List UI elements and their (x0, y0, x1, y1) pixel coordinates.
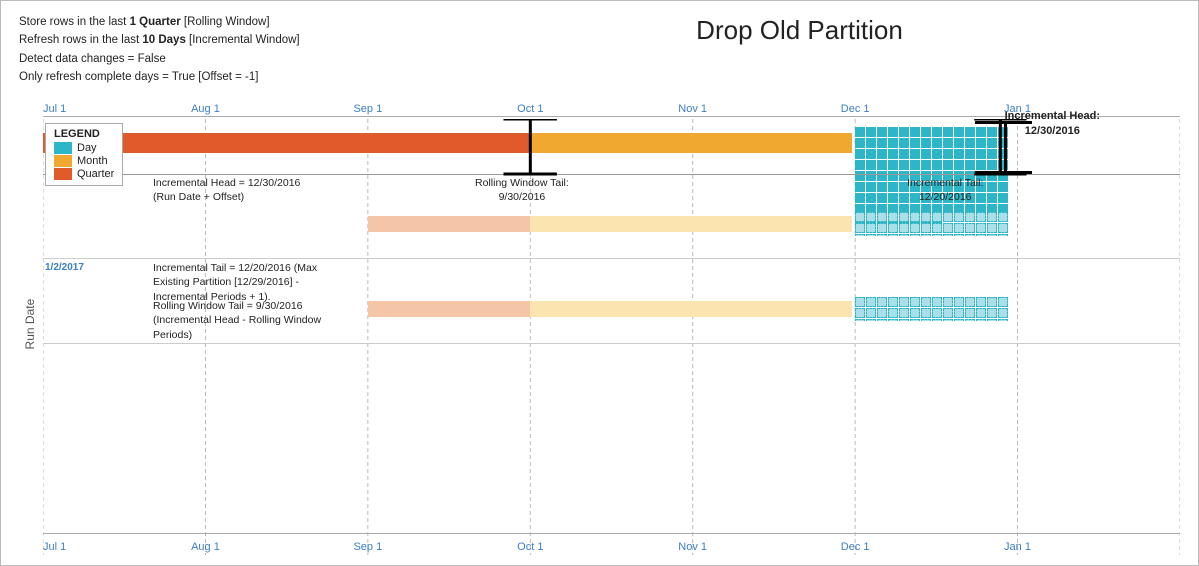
inc-head-bracket-bot (975, 171, 1032, 174)
bot-tick-jul1: Jul 1 (43, 541, 66, 553)
top-section: Store rows in the last 1 Quarter [Rollin… (19, 13, 1180, 87)
bot-tick-sep1: Sep 1 (353, 541, 382, 553)
run-date-row-2: 1/2/2017 Incremental Tail = 12/20/2016 (… (43, 259, 1180, 344)
separator (43, 174, 1180, 175)
chart-body: LEGEND Day Month Quarter (43, 119, 1180, 555)
legend-label-day: Day (77, 142, 97, 154)
meta-line3: Detect data changes = False (19, 50, 419, 68)
chart-area: Run Date Jul 1 Aug 1 Sep 1 Oct 1 Nov 1 D… (19, 93, 1180, 555)
y-axis-label: Run Date (19, 93, 41, 555)
faded-quarter-bar-2 (368, 301, 530, 317)
meta-line4: Only refresh complete days = True [Offse… (19, 68, 419, 86)
chart-main: Jul 1 Aug 1 Sep 1 Oct 1 Nov 1 Dec 1 Jan … (43, 93, 1180, 555)
bot-tick-jan1: Jan 1 (1004, 541, 1031, 553)
meta-line2-suffix: [Incremental Window] (186, 34, 300, 46)
bar-month (530, 133, 852, 153)
tick-aug1: Aug 1 (191, 103, 220, 115)
legend-color-day (54, 142, 72, 154)
meta-info: Store rows in the last 1 Quarter [Rollin… (19, 13, 419, 87)
tick-jul1: Jul 1 (43, 103, 66, 115)
bottom-axis: Jul 1 Aug 1 Sep 1 Oct 1 Nov 1 Dec 1 Jan … (43, 533, 1180, 555)
faded-day-tiles-1 (855, 212, 1017, 236)
run-date-label-2: 1/2/2017 (45, 262, 84, 273)
annotation-rolling-tail: Rolling Window Tail:9/30/2016 (475, 176, 569, 205)
annotation-inc-head: Incremental Head = 12/30/2016(Run Date +… (153, 176, 353, 205)
tick-sep1: Sep 1 (353, 103, 382, 115)
bot-tick-oct1: Oct 1 (517, 541, 543, 553)
faded-month-bar-2 (530, 301, 852, 317)
tick-dec1: Dec 1 (841, 103, 870, 115)
legend-item-month: Month (54, 155, 114, 167)
annotation-inc-tail-top: Incremental Tail:12/20/2016 (907, 176, 983, 205)
legend-item-day: Day (54, 142, 114, 154)
inc-head-top-label: Incremental Head: 12/30/2016 (1005, 109, 1100, 140)
day-tiles-top (855, 127, 1017, 159)
faded-quarter-bar-1 (368, 216, 530, 232)
bot-tick-aug1: Aug 1 (191, 541, 220, 553)
main-container: Store rows in the last 1 Quarter [Rollin… (0, 0, 1199, 566)
legend-label-quarter: Quarter (77, 168, 114, 180)
faded-month-bar-1 (530, 216, 852, 232)
run-date-row-1: 1/1/2017 Incremental Head = 12/30/2016(R… (43, 174, 1180, 259)
page-title: Drop Old Partition (419, 13, 1180, 46)
tick-nov1: Nov 1 (678, 103, 707, 115)
faded-day-tiles-2 (855, 297, 1017, 321)
legend-title: LEGEND (54, 128, 114, 140)
legend-color-quarter (54, 168, 72, 180)
legend-label-month: Month (77, 155, 108, 167)
annotation-rolling-window-tail: Rolling Window Tail = 9/30/2016(Incremen… (153, 299, 353, 343)
meta-line1: Store rows in the last 1 Quarter [Rollin… (19, 13, 419, 31)
meta-line1-suffix: [Rolling Window] (181, 16, 270, 28)
legend-item-quarter: Quarter (54, 168, 114, 180)
legend: LEGEND Day Month Quarter (45, 123, 123, 186)
meta-days-bold: 10 Days (142, 34, 185, 46)
legend-color-month (54, 155, 72, 167)
bot-tick-dec1: Dec 1 (841, 541, 870, 553)
bot-tick-nov1: Nov 1 (678, 541, 707, 553)
tick-oct1: Oct 1 (517, 103, 543, 115)
meta-line2: Refresh rows in the last 10 Days [Increm… (19, 31, 419, 49)
meta-quarter-bold: 1 Quarter (130, 16, 181, 28)
